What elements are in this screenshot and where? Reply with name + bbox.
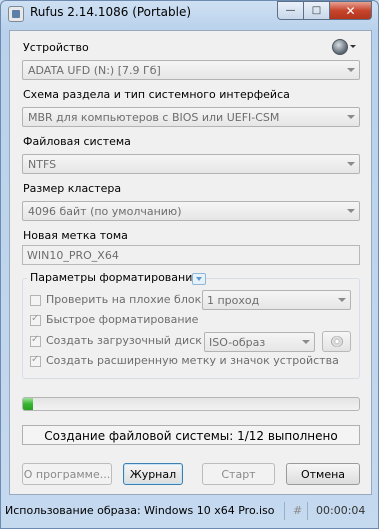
partition-select[interactable]: MBR для компьютеров с BIOS или UEFI-CSM (22, 107, 360, 127)
cluster-select[interactable]: 4096 байт (по умолчанию) (22, 201, 360, 221)
start-button[interactable]: Старт (202, 463, 275, 485)
hash-button[interactable]: # (293, 504, 302, 517)
bootable-label: Создать загрузочный диск (46, 334, 202, 347)
quick-format-checkbox[interactable] (30, 313, 41, 326)
about-button[interactable]: О программе... (22, 463, 112, 485)
bad-blocks-checkbox[interactable] (30, 295, 41, 306)
minimize-button[interactable]: — (277, 1, 303, 20)
progress-fill (23, 398, 34, 410)
maximize-button[interactable]: □ (303, 1, 329, 20)
passes-select[interactable]: 1 проход (202, 290, 351, 310)
chevron-down-icon (347, 209, 355, 213)
disk-icon (331, 336, 343, 347)
elapsed-time: 00:00:04 (316, 504, 366, 517)
boot-type-value: ISO-образ (209, 336, 266, 349)
language-dropdown-icon[interactable] (350, 45, 356, 48)
bad-blocks-label: Проверить на плохие блоки (46, 293, 209, 306)
device-label: Устройство (23, 41, 89, 54)
filesystem-value: NTFS (28, 158, 57, 171)
rufus-window: Rufus 2.14.1086 (Portable) — □ ✕ Устройс… (0, 0, 379, 529)
passes-value: 1 проход (207, 294, 260, 307)
title-bar[interactable]: Rufus 2.14.1086 (Portable) — □ ✕ (1, 1, 378, 27)
main-panel: Устройство ADATA UFD (N:) [7.9 Гб] Схема… (9, 30, 372, 495)
progress-bar (22, 397, 360, 411)
chevron-down-icon (302, 340, 310, 344)
device-select[interactable]: ADATA UFD (N:) [7.9 Гб] (22, 60, 360, 80)
cluster-label: Размер кластера (23, 182, 122, 195)
cluster-value: 4096 байт (по умолчанию) (28, 205, 182, 218)
image-info: Использование образа: Windows 10 x64 Pro… (5, 504, 275, 517)
cancel-button[interactable]: Отмена (286, 463, 360, 485)
device-value: ADATA UFD (N:) [7.9 Гб] (28, 64, 161, 77)
select-image-button[interactable] (322, 331, 351, 352)
format-options-title: Параметры форматирования (27, 271, 202, 284)
partition-value: MBR для компьютеров с BIOS или UEFI-CSM (28, 111, 280, 124)
volume-label: Новая метка тома (23, 229, 128, 242)
globe-icon[interactable] (332, 39, 348, 55)
app-icon (8, 6, 24, 22)
status-text: Создание файловой системы: 1/12 выполнен… (22, 425, 360, 445)
chevron-down-icon (347, 162, 355, 166)
window-title: Rufus 2.14.1086 (Portable) (30, 5, 192, 19)
chevron-down-icon (338, 298, 346, 302)
filesystem-select[interactable]: NTFS (22, 154, 360, 174)
boot-type-select[interactable]: ISO-образ (204, 332, 315, 352)
close-button[interactable]: ✕ (329, 1, 372, 20)
toggle-advanced-icon[interactable] (192, 273, 206, 285)
chevron-down-icon (347, 115, 355, 119)
partition-label: Схема раздела и тип системного интерфейс… (23, 88, 290, 101)
volume-label-input[interactable]: WIN10_PRO_X64 (22, 245, 360, 265)
quick-format-label: Быстрое форматирование (46, 313, 199, 326)
extended-label-label: Создать расширенную метку и значок устро… (46, 354, 339, 367)
extended-label-checkbox[interactable] (30, 354, 41, 367)
status-separator (284, 502, 285, 520)
bootable-checkbox[interactable] (30, 334, 41, 347)
status-separator (307, 502, 308, 520)
filesystem-label: Файловая система (23, 135, 131, 148)
window-controls: — □ ✕ (277, 1, 372, 20)
chevron-down-icon (347, 68, 355, 72)
log-button[interactable]: Журнал (123, 463, 183, 485)
status-bar: Использование образа: Windows 10 x64 Pro… (1, 499, 379, 524)
